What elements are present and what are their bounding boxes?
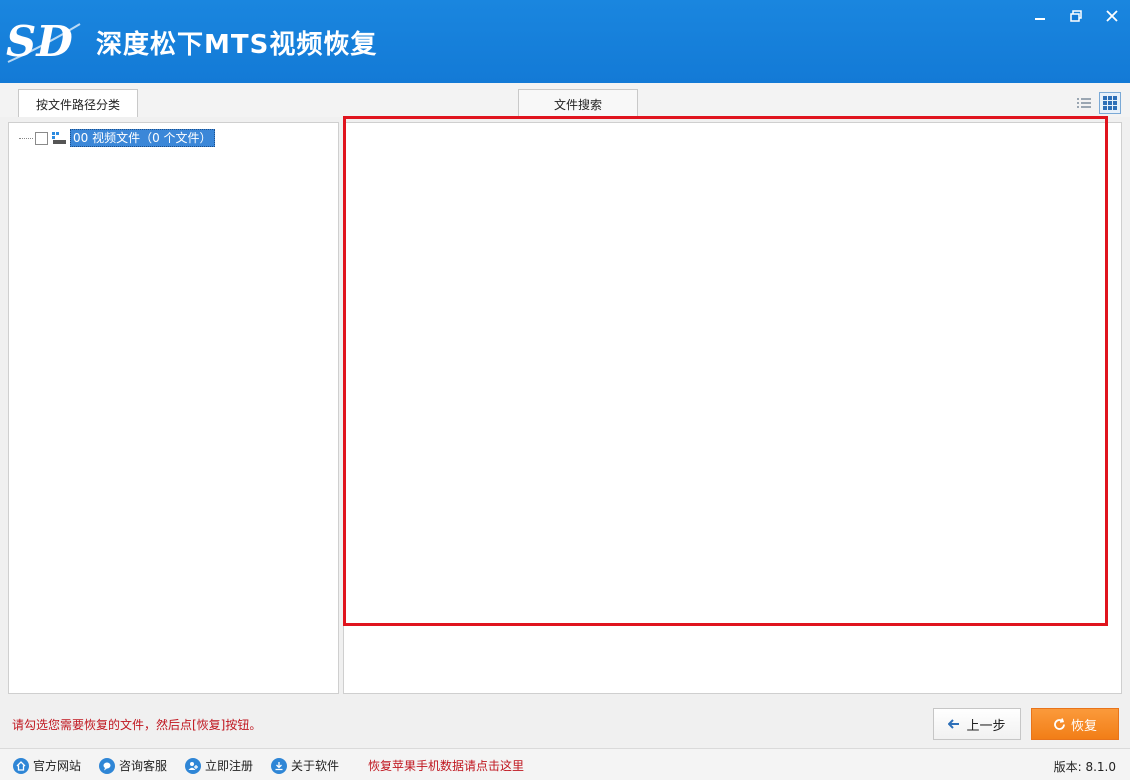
user-add-icon [185,757,201,774]
chat-icon [99,757,115,774]
window-controls [1022,0,1130,32]
previous-step-label: 上一步 [966,718,1006,734]
official-site-label: 官方网站 [33,759,82,773]
tree-node-checkbox[interactable] [35,131,48,145]
recover-label: 恢复 [1070,718,1097,734]
restore-button[interactable] [1058,0,1094,32]
minimize-button[interactable] [1022,0,1058,32]
home-icon [13,757,29,774]
official-site-link[interactable]: 官方网站 [13,757,81,774]
info-icon [271,757,287,774]
file-list-panel[interactable] [343,122,1122,694]
app-logo: SD [6,17,81,66]
main-area: 00 视频文件（0 个文件） [0,117,1130,700]
tree-node-video-files[interactable]: 00 视频文件（0 个文件） [19,129,215,147]
restore-icon [1070,10,1082,22]
apple-recovery-link[interactable]: 恢复苹果手机数据请点击这里 [368,757,524,774]
drive-icon [52,132,66,144]
app-title: 深度松下MTS视频恢复 [96,30,378,60]
close-button[interactable] [1094,0,1130,32]
previous-step-button[interactable]: 上一步 [933,708,1021,740]
about-software-label: 关于软件 [291,759,340,773]
register-label: 立即注册 [205,759,254,773]
tab-path-category[interactable]: 按文件路径分类 [18,89,138,119]
instruction-hint: 请勾选您需要恢复的文件，然后点[恢复]按钮。 [12,718,262,732]
version-label: 版本: 8.1.0 [1053,760,1116,774]
refresh-icon [1054,717,1065,730]
close-icon [1106,10,1118,22]
footer: 官方网站 咨询客服 立即注册 关于软件 恢复苹果手机数据请点击这里 版本: 8.… [0,748,1130,780]
list-view-icon [1077,98,1091,108]
minimize-icon [1035,18,1045,20]
grid-view-button[interactable] [1099,92,1121,114]
recover-button[interactable]: 恢复 [1031,708,1119,740]
action-row: 请勾选您需要恢复的文件，然后点[恢复]按钮。 上一步 恢复 [0,700,1130,748]
grid-view-icon [1103,96,1117,110]
about-software-link[interactable]: 关于软件 [271,757,339,774]
tree-connector [19,137,33,139]
tab-file-search[interactable]: 文件搜索 [518,89,638,119]
folder-tree-panel[interactable]: 00 视频文件（0 个文件） [8,122,339,694]
customer-service-label: 咨询客服 [119,759,168,773]
tabs-row: 按文件路径分类 文件搜索 [0,83,1130,119]
tree-node-label[interactable]: 00 视频文件（0 个文件） [70,129,215,147]
arrow-left-icon [948,719,960,729]
title-bar: SD 深度松下MTS视频恢复 [0,0,1130,83]
register-link[interactable]: 立即注册 [185,757,253,774]
customer-service-link[interactable]: 咨询客服 [99,757,167,774]
list-view-button[interactable] [1073,92,1095,114]
